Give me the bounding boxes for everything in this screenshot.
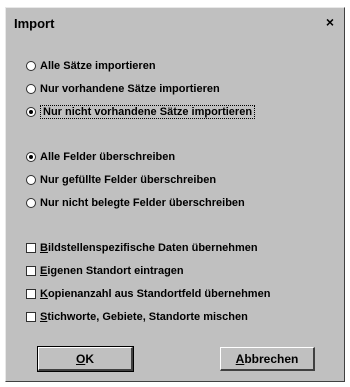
accelerator-key: K xyxy=(40,288,48,300)
ok-button[interactable]: OK xyxy=(37,346,134,372)
title-bar: Import × xyxy=(8,10,342,36)
radio-alle-saetze[interactable]: Alle Sätze importieren xyxy=(26,57,156,75)
checkbox-icon xyxy=(26,266,36,276)
checkbox-kopienanzahl[interactable]: Kopienanzahl aus Standortfeld übernehmen xyxy=(26,285,270,303)
checkbox-label: Stichworte, Gebiete, Standorte mischen xyxy=(40,311,248,323)
radio-label: Nur nicht vorhandene Sätze importieren xyxy=(40,105,256,119)
checkbox-label-rest: tichworte, Gebiete, Standorte mischen xyxy=(47,311,248,323)
radio-button-icon xyxy=(26,175,36,185)
radio-label: Nur nicht belegte Felder überschreiben xyxy=(40,197,245,209)
accelerator-key: A xyxy=(235,351,245,366)
radio-label: Alle Felder überschreiben xyxy=(40,151,176,163)
cancel-button[interactable]: Abbrechen xyxy=(220,347,315,371)
radio-nur-vorhandene[interactable]: Nur vorhandene Sätze importieren xyxy=(26,80,220,98)
ok-button-label: K xyxy=(85,351,94,366)
checkbox-bildstellenspezifisch[interactable]: Bildstellenspezifische Daten übernehmen xyxy=(26,239,258,257)
radio-button-selected-icon xyxy=(26,152,36,162)
checkbox-icon xyxy=(26,312,36,322)
radio-button-icon xyxy=(26,84,36,94)
checkbox-label-rest: igenen Standort eintragen xyxy=(47,265,184,277)
radio-nur-nicht-vorhandene[interactable]: Nur nicht vorhandene Sätze importieren xyxy=(26,103,256,121)
radio-label: Alle Sätze importieren xyxy=(40,60,156,72)
checkbox-eigenen-standort[interactable]: Eigenen Standort eintragen xyxy=(26,262,184,280)
radio-label: Nur vorhandene Sätze importieren xyxy=(40,83,220,95)
radio-alle-felder[interactable]: Alle Felder überschreiben xyxy=(26,148,175,166)
radio-nur-gefuellte[interactable]: Nur gefüllte Felder überschreiben xyxy=(26,171,216,189)
close-icon[interactable]: × xyxy=(322,13,338,31)
checkbox-label-rest: opienanzahl aus Standortfeld übernehmen xyxy=(47,288,271,300)
checkbox-label: Bildstellenspezifische Daten übernehmen xyxy=(40,242,258,254)
cancel-button-label: bbrechen xyxy=(244,351,299,366)
radio-nur-nicht-belegte[interactable]: Nur nicht belegte Felder überschreiben xyxy=(26,194,245,212)
accelerator-key: O xyxy=(75,351,86,366)
checkbox-stichworte[interactable]: Stichworte, Gebiete, Standorte mischen xyxy=(26,308,248,326)
radio-button-icon xyxy=(26,198,36,208)
checkbox-label-rest: ildstellenspezifische Daten übernehmen xyxy=(47,242,258,254)
checkbox-label: Kopienanzahl aus Standortfeld übernehmen xyxy=(40,288,270,300)
radio-button-selected-icon xyxy=(26,107,36,117)
checkbox-icon xyxy=(26,289,36,299)
dialog-title: Import xyxy=(14,16,55,31)
accelerator-key: B xyxy=(40,242,48,254)
checkbox-icon xyxy=(26,243,36,253)
radio-button-icon xyxy=(26,61,36,71)
radio-label: Nur gefüllte Felder überschreiben xyxy=(40,174,217,186)
import-dialog: Import × Alle Sätze importieren Nur vorh… xyxy=(5,7,345,382)
checkbox-label: Eigenen Standort eintragen xyxy=(40,265,184,277)
